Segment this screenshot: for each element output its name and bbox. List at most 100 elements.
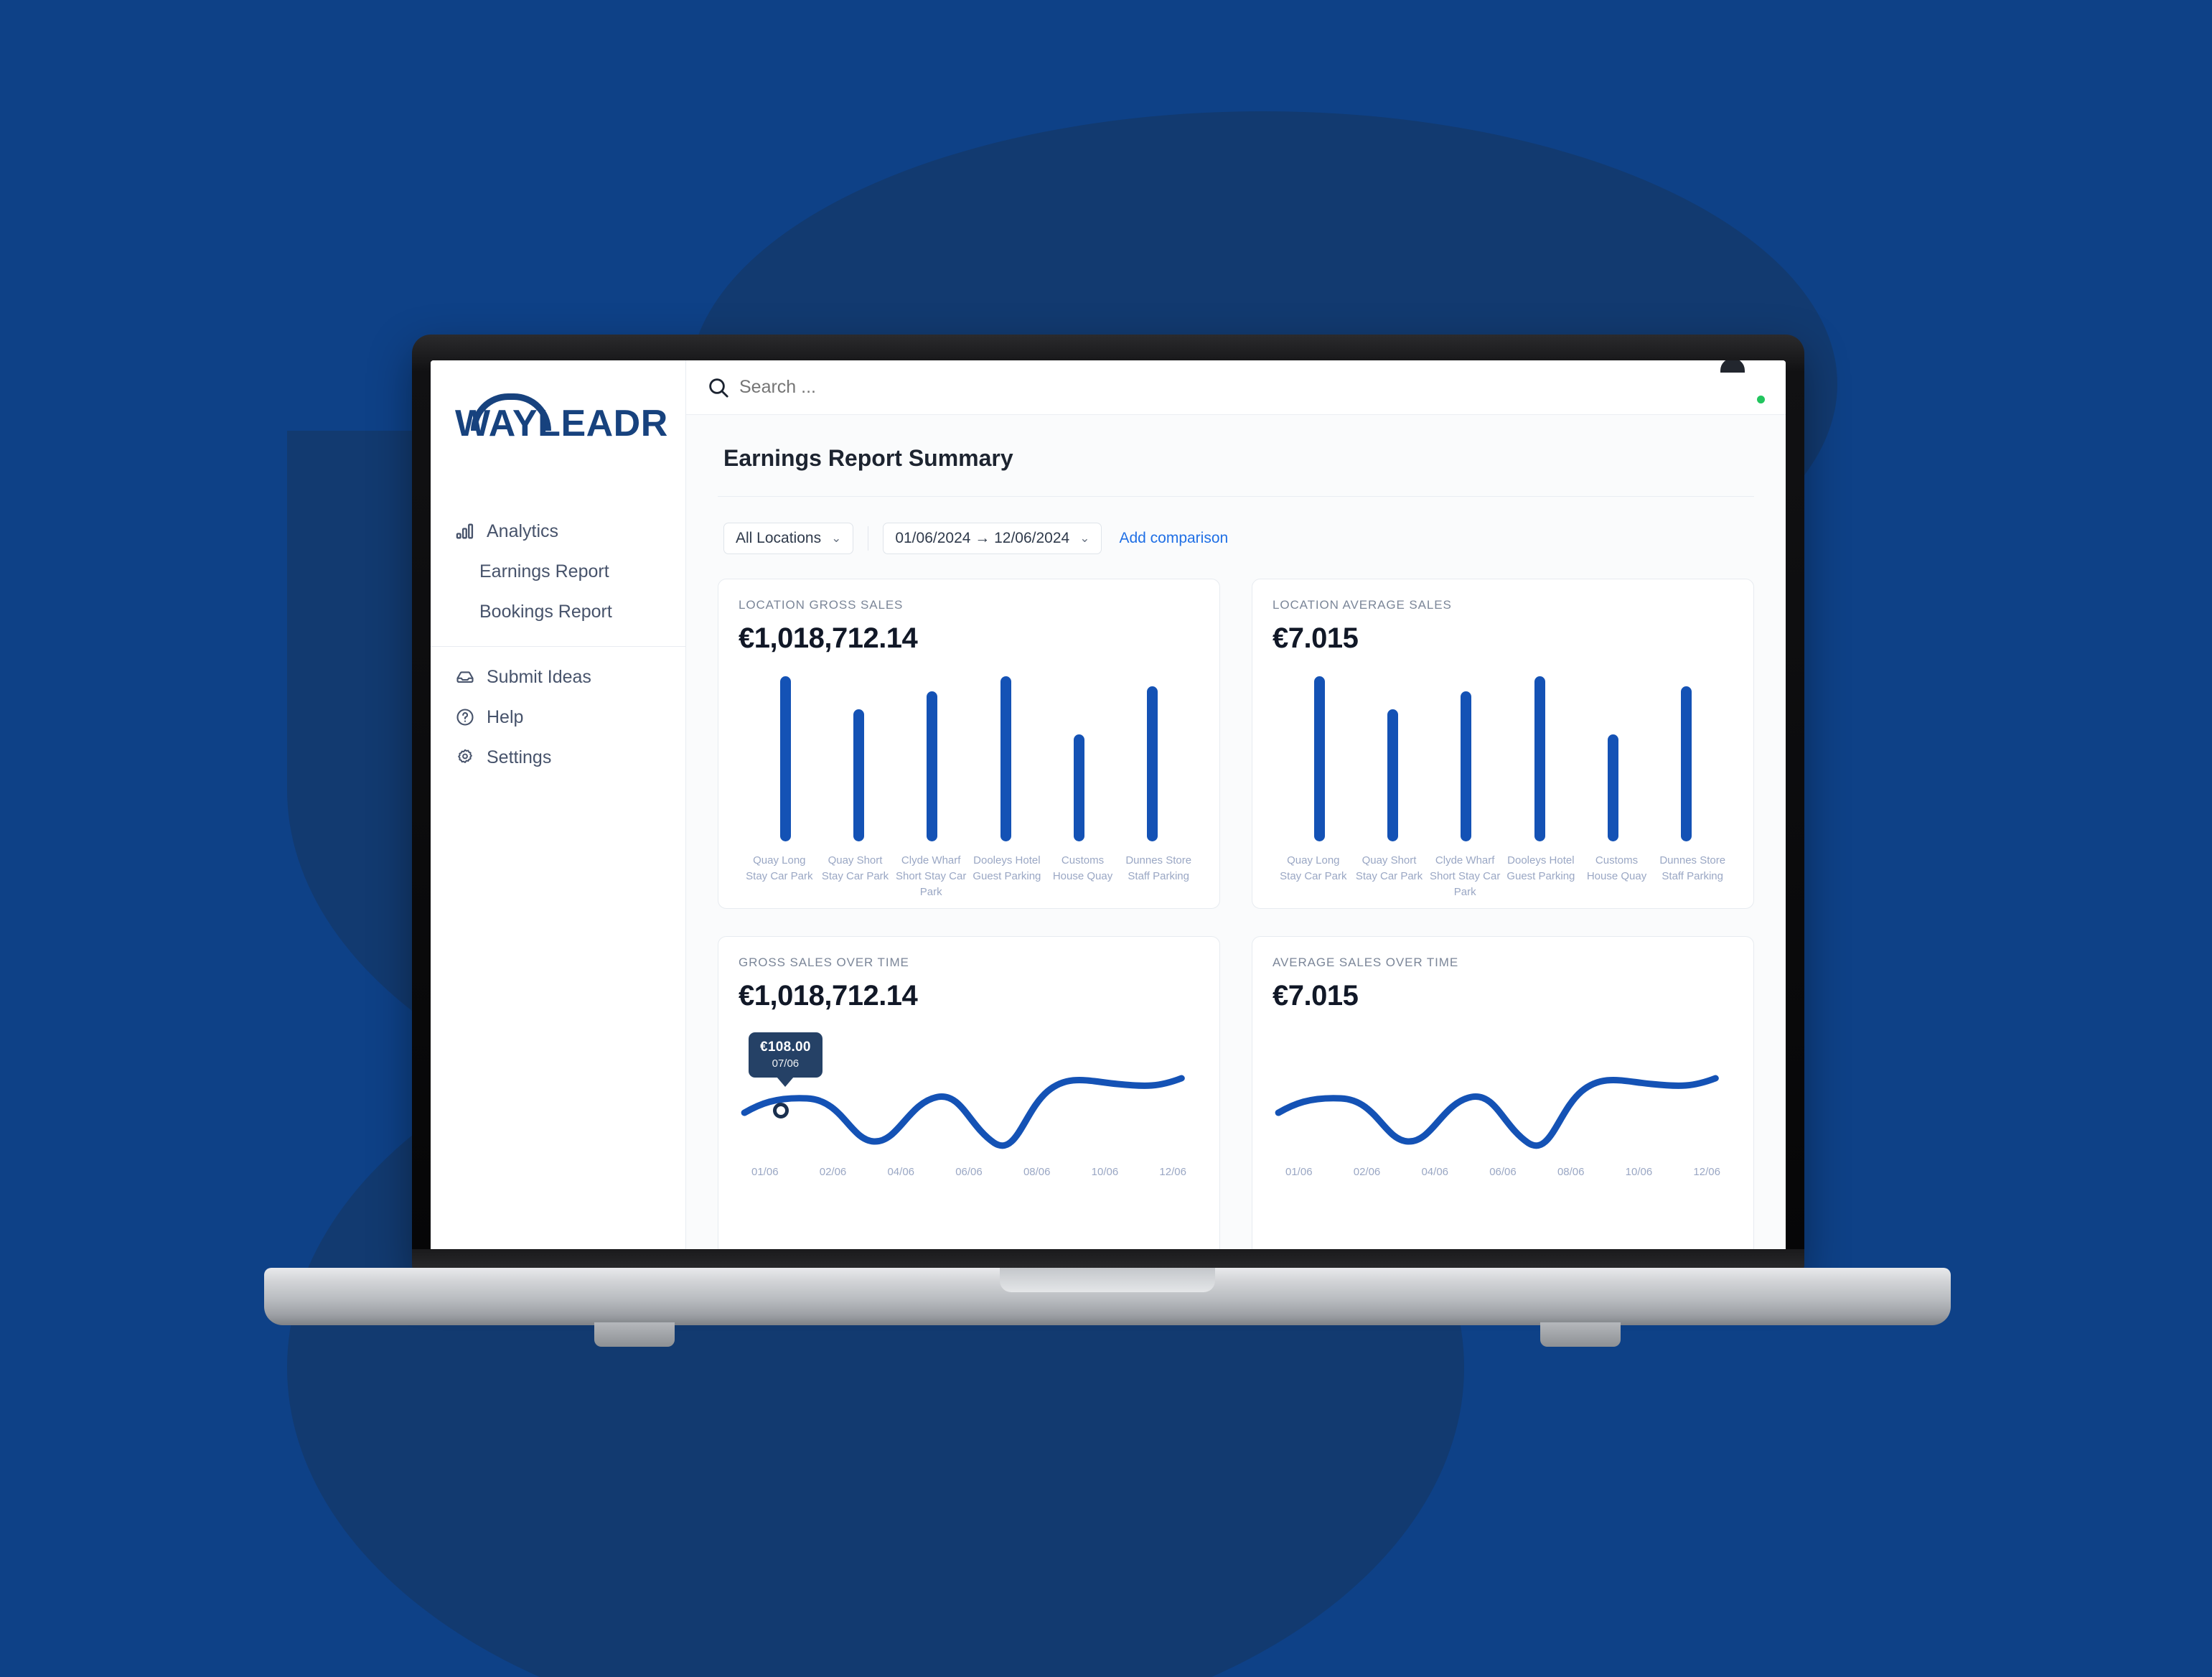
laptop-base [264, 1268, 1951, 1347]
avatar[interactable] [1720, 360, 1766, 405]
bar-x-label: Customs House Quay [1586, 854, 1647, 882]
sidebar-item-label: Bookings Report [479, 601, 612, 622]
bar-column[interactable] [896, 676, 969, 841]
line-x-label: 04/06 [887, 1166, 915, 1178]
bar-chart-x-labels: Quay Long Stay Car Park Quay Short Stay C… [739, 841, 1199, 900]
tooltip-date: 07/06 [772, 1057, 800, 1070]
card-title: LOCATION AVERAGE SALES [1273, 598, 1452, 612]
line-x-label: 08/06 [1023, 1166, 1051, 1178]
brand-name: WAYLEADR [455, 403, 668, 444]
bar-chart [739, 676, 1199, 841]
sidebar-item-label: Analytics [487, 520, 559, 541]
sidebar-item-analytics[interactable]: Analytics [431, 511, 685, 551]
bar-x-label: Clyde Wharf Short Stay Car Park [895, 854, 967, 898]
bar-column[interactable] [1356, 676, 1429, 841]
sidebar-item-earnings-report[interactable]: Earnings Report [431, 551, 685, 592]
status-badge [1756, 393, 1766, 405]
line-x-label: 06/06 [1489, 1166, 1517, 1178]
bar-column[interactable] [1042, 676, 1115, 841]
bar [853, 709, 864, 841]
bar-column[interactable] [749, 676, 822, 841]
line-chart-x-labels: 01/06 02/06 04/06 06/06 08/06 10/06 12/06 [739, 1162, 1199, 1178]
main-area: Earnings Report Summary All Locations ⌄ … [686, 360, 1786, 1255]
bar-column[interactable] [1116, 676, 1189, 841]
line-chart-x-labels: 01/06 02/06 04/06 06/06 08/06 10/06 12/06 [1273, 1162, 1733, 1178]
bar [1073, 734, 1084, 841]
sidebar-item-settings[interactable]: Settings [431, 737, 685, 777]
page-title: Earnings Report Summary [718, 415, 1754, 497]
line-x-label: 01/06 [751, 1166, 779, 1178]
bar-column[interactable] [822, 676, 895, 841]
report-content: Earnings Report Summary All Locations ⌄ … [686, 415, 1786, 1255]
line-x-label: 02/06 [1353, 1166, 1381, 1178]
sidebar-item-help[interactable]: Help [431, 697, 685, 737]
chevron-down-icon: ⌄ [831, 531, 842, 545]
question-circle-icon [455, 707, 475, 727]
laptop-foot-right [1540, 1322, 1621, 1347]
chart-tooltip: €108.00 07/06 [749, 1032, 823, 1078]
line-x-label: 10/06 [1091, 1166, 1119, 1178]
card-title: LOCATION GROSS SALES [739, 598, 904, 612]
bar-column[interactable] [1430, 676, 1503, 841]
location-filter-select[interactable]: All Locations ⌄ [723, 523, 854, 554]
sidebar-item-bookings-report[interactable]: Bookings Report [431, 592, 685, 632]
bar-column[interactable] [1576, 676, 1649, 841]
app-viewport: WAYLEADR Analytics Earnings Report Booki… [431, 360, 1786, 1255]
card-average-sales-over-time: AVERAGE SALES OVER TIME €7.015 01/06 02/0… [1252, 936, 1754, 1255]
bar-x-label: Quay Long Stay Car Park [1280, 854, 1347, 882]
bar [1147, 686, 1158, 841]
bar [1387, 709, 1398, 841]
tooltip-value: €108.00 [760, 1040, 811, 1055]
brand-logo[interactable]: WAYLEADR [455, 393, 670, 448]
chart-data-point-marker[interactable] [773, 1103, 789, 1118]
bar-x-label: Dunnes Store Staff Parking [1125, 854, 1192, 882]
bar-x-label: Clyde Wharf Short Stay Car Park [1429, 854, 1501, 898]
line-x-label: 04/06 [1421, 1166, 1449, 1178]
card-location-average-sales: LOCATION AVERAGE SALES €7.015 Quay Long … [1252, 579, 1754, 909]
line-x-label: 10/06 [1625, 1166, 1653, 1178]
sidebar-divider [431, 646, 685, 647]
bar [1000, 676, 1011, 841]
date-range-value: 01/06/2024 → 12/06/2024 [895, 530, 1070, 546]
line-x-label: 08/06 [1557, 1166, 1585, 1178]
bar-x-label: Customs House Quay [1052, 854, 1113, 882]
bar [1313, 676, 1325, 841]
card-value: €1,018,712.14 [739, 980, 918, 1012]
sidebar-item-submit-ideas[interactable]: Submit Ideas [431, 657, 685, 697]
line-chart-path [1275, 1075, 1719, 1149]
laptop-mockup: WAYLEADR Analytics Earnings Report Booki… [0, 0, 2212, 1677]
add-comparison-link[interactable]: Add comparison [1119, 530, 1228, 547]
bar-chart-icon [455, 521, 475, 541]
sidebar-item-label: Earnings Report [479, 561, 609, 581]
bar-chart [1273, 676, 1733, 841]
bar-x-label: Dooleys Hotel Guest Parking [973, 854, 1041, 882]
bar [1461, 691, 1472, 841]
card-gross-sales-over-time: GROSS SALES OVER TIME €1,018,712.14 €108… [718, 936, 1220, 1255]
card-value: €7.015 [1273, 980, 1359, 1012]
bar-column[interactable] [1650, 676, 1723, 841]
search-icon[interactable] [706, 375, 731, 400]
line-chart: €108.00 07/06 01/06 02/06 04/06 06/06 08/06 1… [739, 1025, 1199, 1205]
line-x-label: 12/06 [1693, 1166, 1720, 1178]
card-title: GROSS SALES OVER TIME [739, 956, 909, 969]
card-value: €7.015 [1273, 622, 1359, 654]
bar-x-label: Dooleys Hotel Guest Parking [1506, 854, 1575, 882]
bar [927, 691, 938, 841]
search-input[interactable] [739, 377, 1112, 398]
topbar [686, 360, 1786, 415]
card-location-gross-sales: LOCATION GROSS SALES €1,018,712.14 Quay … [718, 579, 1220, 909]
bar-column[interactable] [969, 676, 1042, 841]
sidebar-item-label: Help [487, 706, 524, 727]
bar-column[interactable] [1503, 676, 1576, 841]
date-range-select[interactable]: 01/06/2024 → 12/06/2024 ⌄ [883, 523, 1102, 554]
line-x-label: 01/06 [1285, 1166, 1313, 1178]
sidebar: WAYLEADR Analytics Earnings Report Booki… [431, 360, 686, 1255]
primary-nav: Analytics Earnings Report Bookings Repor… [431, 511, 685, 777]
location-filter-value: All Locations [736, 530, 822, 546]
laptop-foot-left [594, 1322, 675, 1347]
bar-column[interactable] [1283, 676, 1356, 841]
line-x-label: 06/06 [955, 1166, 983, 1178]
sidebar-item-label: Settings [487, 747, 552, 767]
line-x-label: 02/06 [819, 1166, 847, 1178]
gear-icon [455, 747, 475, 767]
